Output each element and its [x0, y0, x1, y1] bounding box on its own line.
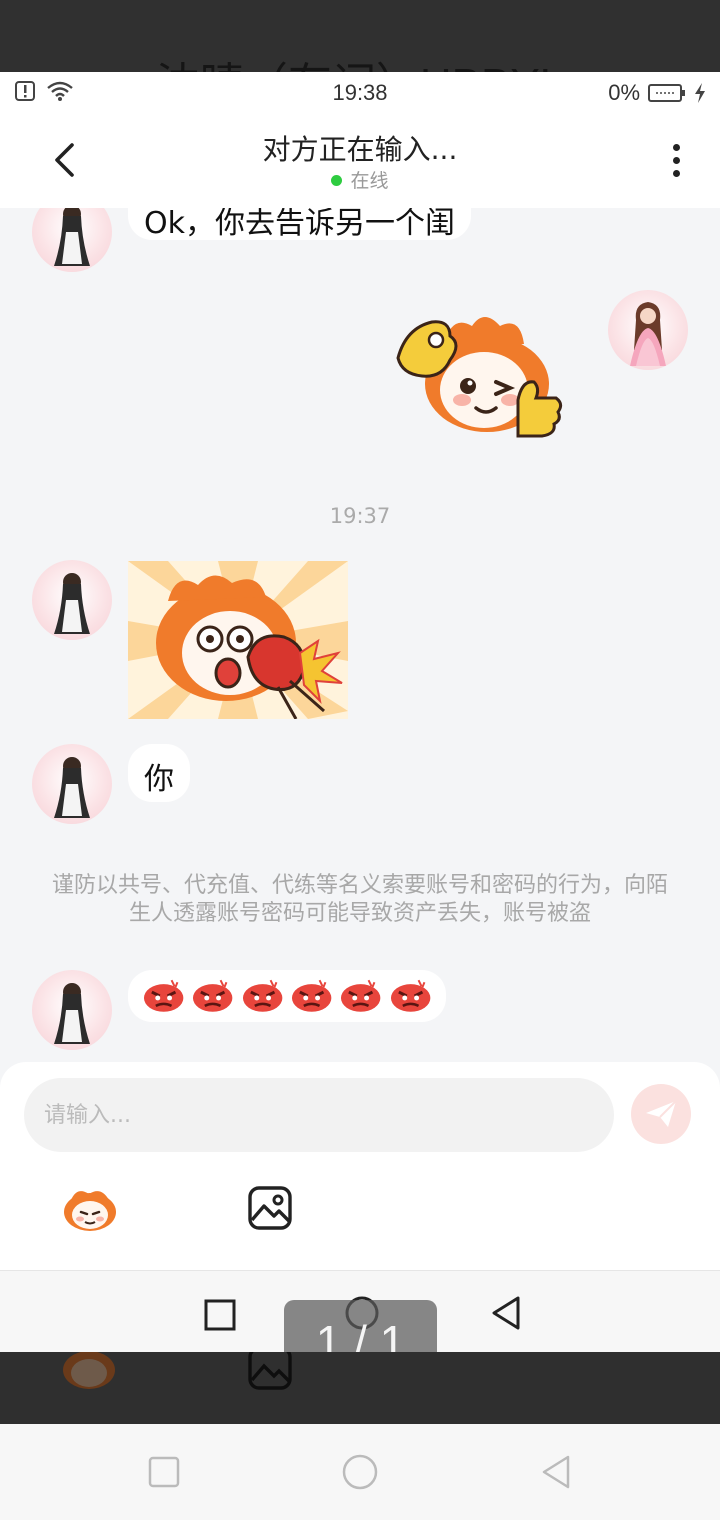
square-icon: [204, 1299, 236, 1331]
message-bubble[interactable]: Ok，你去告诉另一个闺: [128, 208, 471, 240]
battery-icon: [648, 84, 685, 102]
contact-avatar[interactable]: [32, 208, 112, 272]
send-button[interactable]: [631, 1084, 691, 1144]
angry-face-icon: [341, 979, 381, 1012]
back-nav-button[interactable]: [486, 1293, 526, 1333]
image-button[interactable]: [240, 1178, 300, 1238]
viewer-top-bar: 沈晴（有词）HBBYL: [0, 0, 720, 72]
background-ghost-title: 沈晴（有词）HBBYL: [0, 48, 720, 72]
angry-face-icon: [390, 979, 430, 1012]
more-menu-button[interactable]: [662, 140, 690, 180]
outer-back-button[interactable]: [538, 1452, 574, 1492]
image-icon: [248, 1186, 292, 1230]
phone-screen: 19:38 0% 对方正在输入... 在线 Ok，你去告诉另一个闺 19:37 …: [0, 72, 720, 1352]
angry-face-icon: [143, 979, 184, 1012]
message-text: 你: [144, 762, 174, 797]
status-bar: 19:38 0%: [0, 72, 720, 112]
message-input[interactable]: [24, 1078, 614, 1152]
outer-nav-bar: [0, 1424, 720, 1520]
triangle-left-icon: [492, 1296, 520, 1330]
sticker-button[interactable]: [60, 1178, 120, 1238]
chat-header: 对方正在输入... 在线: [0, 112, 720, 208]
message-bubble[interactable]: 你: [128, 744, 190, 802]
circle-icon: [342, 1454, 378, 1490]
punch-sticker[interactable]: [128, 561, 348, 719]
contact-avatar[interactable]: [32, 970, 112, 1050]
my-avatar[interactable]: [608, 290, 688, 370]
message-text: Ok，你去告诉另一个闺: [144, 208, 455, 240]
online-dot: [331, 175, 343, 186]
battery-percent: 0%: [608, 80, 640, 105]
square-icon: [148, 1456, 180, 1488]
contact-avatar[interactable]: [32, 560, 112, 640]
message-composer: [0, 1062, 720, 1270]
sticker-icon: [64, 1191, 116, 1231]
angry-face-icon: [291, 979, 332, 1012]
ok-thumbs-up-sticker[interactable]: [392, 304, 566, 442]
emoji-message-bubble[interactable]: [128, 970, 446, 1022]
online-status-text: 在线: [350, 170, 389, 192]
outer-home-button[interactable]: [340, 1452, 380, 1492]
charging-icon: [695, 83, 705, 103]
send-icon: [646, 1100, 677, 1127]
online-status: 在线: [0, 166, 720, 193]
chat-title: 对方正在输入...: [262, 133, 458, 166]
outer-recents-button[interactable]: [146, 1454, 182, 1490]
triangle-left-icon: [542, 1455, 570, 1489]
viewer-bottom-strip: [0, 1352, 720, 1424]
angry-face-icon: [242, 979, 283, 1012]
message-list[interactable]: Ok，你去告诉另一个闺 19:37 你 谨防以共号、代充值、代练等名义索要账号和…: [0, 208, 720, 1062]
message-timestamp: 19:37: [329, 504, 391, 528]
recents-button[interactable]: [200, 1295, 240, 1335]
angry-face-icon: [193, 979, 233, 1012]
security-notice: 谨防以共号、代充值、代练等名义索要账号和密码的行为，向陌生人透露账号密码可能导致…: [51, 873, 668, 926]
contact-avatar[interactable]: [32, 744, 112, 824]
